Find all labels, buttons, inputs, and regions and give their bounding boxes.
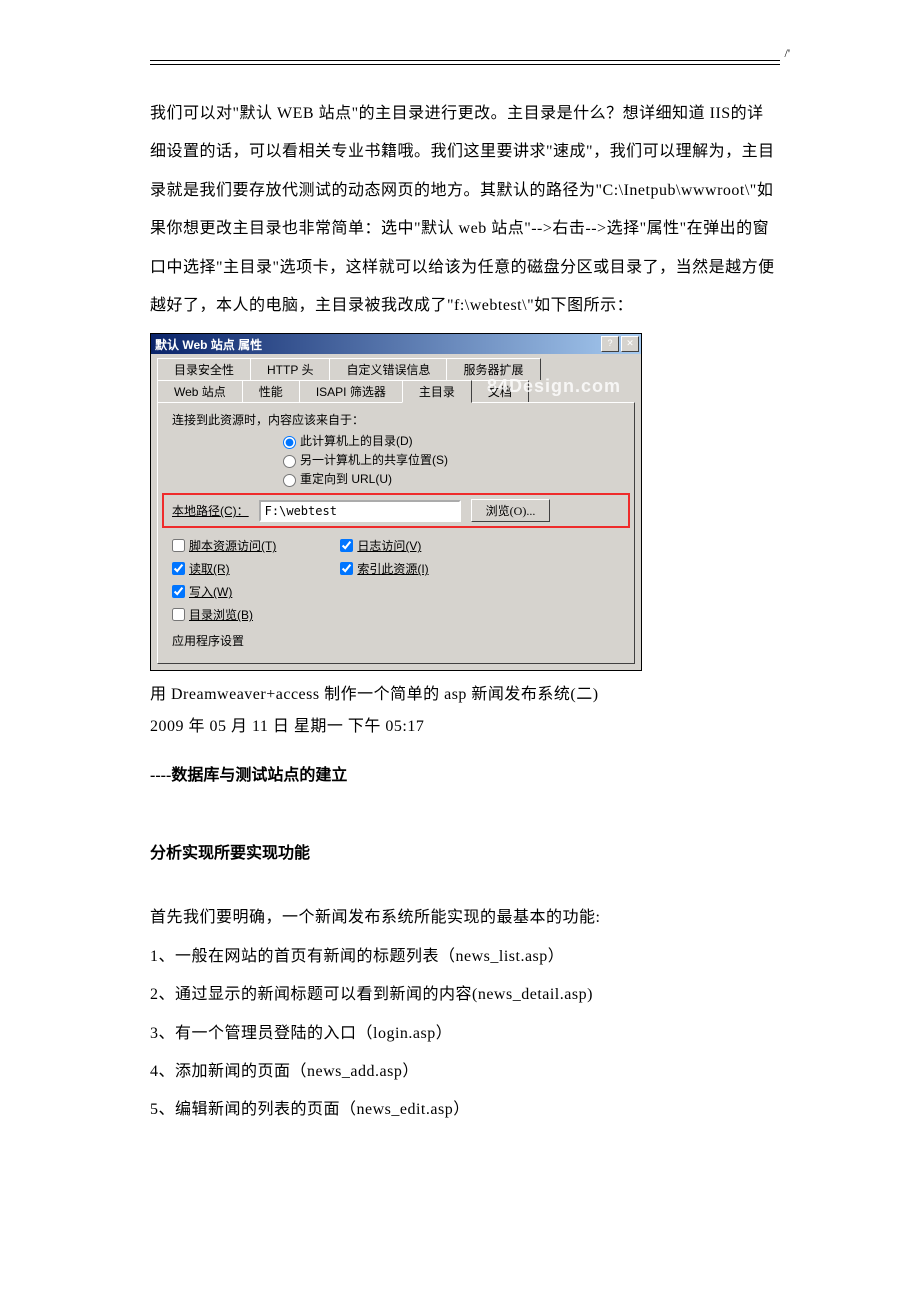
permissions-left: 脚本资源访问(T) 读取(R) 写入(W) 目录浏览(B) (168, 536, 276, 624)
radio-label: 重定向到 URL(U) (300, 470, 392, 487)
watermark: 84Design.com (487, 376, 621, 397)
radio-this-computer[interactable]: 此计算机上的目录(D) (278, 432, 624, 449)
feature-item-3: 3、有一个管理员登陆的入口（login.asp） (150, 1015, 780, 1053)
tab-home-directory[interactable]: 主目录 (402, 380, 472, 403)
tab-http-headers[interactable]: HTTP 头 (250, 358, 330, 380)
caption-2: 2009 年 05 月 11 日 星期一 下午 05:17 (150, 711, 780, 743)
checkbox[interactable] (172, 585, 185, 598)
checkbox[interactable] (172, 562, 185, 575)
radio-redirect[interactable]: 重定向到 URL(U) (278, 470, 624, 487)
check-write[interactable]: 写入(W) (168, 582, 276, 601)
app-settings-label: 应用程序设置 (172, 632, 624, 649)
tab-web-site[interactable]: Web 站点 (157, 380, 243, 402)
document-page: /' 我们可以对"默认 WEB 站点"的主目录进行更改。主目录是什么？想详细知道… (0, 0, 920, 1302)
tab-performance[interactable]: 性能 (242, 380, 300, 402)
dialog-titlebar: 默认 Web 站点 属性 ? ✕ (151, 334, 641, 354)
checkbox[interactable] (172, 539, 185, 552)
radio-label: 另一计算机上的共享位置(S) (300, 451, 448, 468)
content-source-label: 连接到此资源时，内容应该来自于： (172, 411, 624, 428)
feature-item-5: 5、编辑新闻的列表的页面（news_edit.asp） (150, 1091, 780, 1129)
paragraph-1: 我们可以对"默认 WEB 站点"的主目录进行更改。主目录是什么？想详细知道 II… (150, 95, 780, 325)
page-mark: /' (785, 46, 791, 61)
check-label: 日志访问(V) (357, 537, 421, 554)
tab-custom-errors[interactable]: 自定义错误信息 (329, 358, 447, 380)
radio-input[interactable] (283, 455, 296, 468)
features-intro: 首先我们要明确，一个新闻发布系统所能实现的最基本的功能: (150, 899, 780, 937)
radio-input[interactable] (283, 474, 296, 487)
check-index[interactable]: 索引此资源(I) (336, 559, 428, 578)
tab-area: 84Design.com 目录安全性 HTTP 头 自定义错误信息 服务器扩展 … (151, 354, 641, 664)
rule-top-thin (150, 64, 780, 65)
check-label: 写入(W) (189, 583, 232, 600)
rule-top (150, 60, 780, 61)
permissions-columns: 脚本资源访问(T) 读取(R) 写入(W) 目录浏览(B) 日志访问(V) 索引… (168, 536, 624, 624)
caption-1: 用 Dreamweaver+access 制作一个简单的 asp 新闻发布系统(… (150, 679, 780, 711)
local-path-highlight: 本地路径(C)： 浏览(O)... (162, 493, 630, 528)
feature-item-2: 2、通过显示的新闻标题可以看到新闻的内容(news_detail.asp) (150, 976, 780, 1014)
section-features: 分析实现所要实现功能 (150, 839, 780, 863)
check-label: 脚本资源访问(T) (189, 537, 276, 554)
tab-isapi[interactable]: ISAPI 筛选器 (299, 380, 403, 402)
checkbox[interactable] (172, 608, 185, 621)
close-button[interactable]: ✕ (621, 336, 639, 352)
properties-dialog: 默认 Web 站点 属性 ? ✕ 84Design.com 目录安全性 HTTP… (150, 333, 642, 671)
help-button[interactable]: ? (601, 336, 619, 352)
checkbox[interactable] (340, 539, 353, 552)
check-label: 索引此资源(I) (357, 560, 428, 577)
local-path-label: 本地路径(C)： (172, 502, 249, 519)
checkbox[interactable] (340, 562, 353, 575)
check-script-access[interactable]: 脚本资源访问(T) (168, 536, 276, 555)
check-read[interactable]: 读取(R) (168, 559, 276, 578)
feature-item-1: 1、一般在网站的首页有新闻的标题列表（news_list.asp） (150, 938, 780, 976)
radio-label: 此计算机上的目录(D) (300, 432, 413, 449)
check-directory-browse[interactable]: 目录浏览(B) (168, 605, 276, 624)
check-label: 读取(R) (189, 560, 230, 577)
radio-share[interactable]: 另一计算机上的共享位置(S) (278, 451, 624, 468)
permissions-right: 日志访问(V) 索引此资源(I) (336, 536, 428, 624)
browse-button[interactable]: 浏览(O)... (471, 499, 551, 522)
dialog-title: 默认 Web 站点 属性 (155, 336, 262, 353)
section-db-site: ----数据库与测试站点的建立 (150, 761, 780, 785)
check-label: 目录浏览(B) (189, 606, 253, 623)
radio-input[interactable] (283, 436, 296, 449)
local-path-input[interactable] (259, 500, 461, 522)
check-log-visits[interactable]: 日志访问(V) (336, 536, 428, 555)
tab-directory-security[interactable]: 目录安全性 (157, 358, 251, 380)
feature-item-4: 4、添加新闻的页面（news_add.asp） (150, 1053, 780, 1091)
tab-panel: 连接到此资源时，内容应该来自于： 此计算机上的目录(D) 另一计算机上的共享位置… (157, 402, 635, 664)
